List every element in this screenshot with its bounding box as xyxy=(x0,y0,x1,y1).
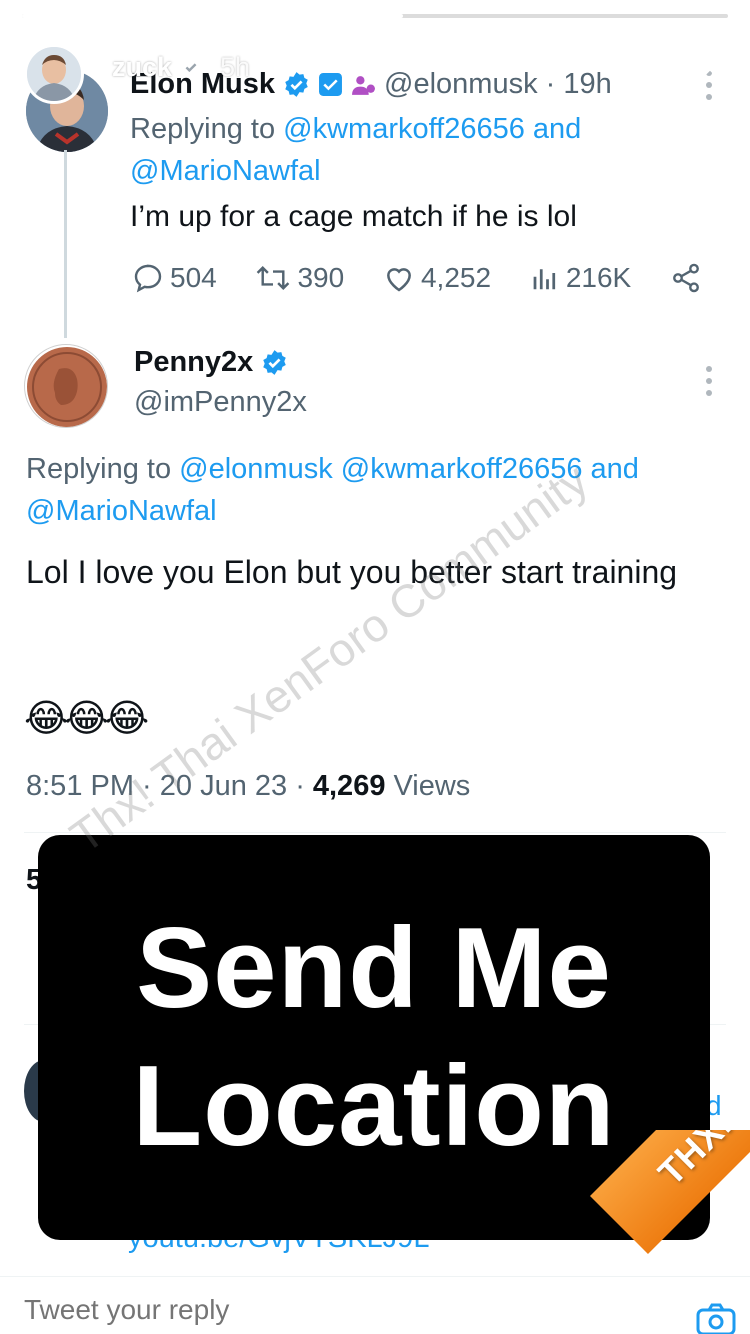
verified-badge-icon xyxy=(263,350,287,375)
views-count: 216K xyxy=(565,262,632,293)
reply-and: and xyxy=(590,453,639,485)
tweet1-header: Elon Musk @elonmusk · 19h xyxy=(130,68,612,101)
tweet2-handle[interactable]: @imPenny2x xyxy=(134,386,307,419)
tweet2-name[interactable]: Penny2x xyxy=(134,346,253,379)
sticker-line-1: Send Me xyxy=(136,904,612,1032)
story-progress-bar xyxy=(22,14,728,18)
thxf-badge: THXF.ORG xyxy=(560,1130,750,1334)
like-icon xyxy=(387,268,411,292)
views-icon xyxy=(533,269,555,290)
reply-handle-link[interactable]: @kwmarkoff26656 xyxy=(341,453,583,485)
government-badge-icon xyxy=(352,76,375,95)
badge-ribbon: THXF.ORG xyxy=(590,1130,750,1254)
share-icon[interactable] xyxy=(670,262,702,294)
tweet2-meta: 8:51 PM · 20 Jun 23 · 4,269 Views xyxy=(26,770,470,803)
story-time: 5h xyxy=(220,52,251,82)
thread-line xyxy=(64,150,67,338)
retweet-button[interactable]: 390 xyxy=(255,262,344,294)
tweet2-replying-to: Replying to @elonmusk @kwmarkoff26656 an… xyxy=(26,448,726,532)
divider xyxy=(24,832,726,833)
story-username[interactable]: zuck xyxy=(112,52,172,83)
retweet-count: 390 xyxy=(297,262,345,293)
tweet1-handle-time: @elonmusk · 19h xyxy=(384,68,612,100)
close-icon[interactable] xyxy=(686,44,734,92)
reply-and: and xyxy=(532,113,582,145)
tweet1-actions: 504 390 4,252 216K xyxy=(132,262,702,294)
tweet2-text: Lol I love you Elon but you better start… xyxy=(26,554,678,590)
retweet-icon xyxy=(257,265,290,291)
story-progress-fill xyxy=(22,14,404,18)
tweet1-replying-to: Replying to @kwmarkoff26656 and @MarioNa… xyxy=(130,108,690,192)
badge-text: THXF.ORG xyxy=(650,1130,750,1194)
views-count: 4,269 xyxy=(312,770,386,802)
tweet1-text: I’m up for a cage match if he is lol xyxy=(130,200,577,233)
more-options-icon[interactable] xyxy=(704,366,714,396)
reply-handle-link[interactable]: @MarioNawfal xyxy=(130,155,321,187)
penny-avatar[interactable] xyxy=(24,344,108,428)
reply-handle-link[interactable]: @MarioNawfal xyxy=(26,495,217,527)
reply-input[interactable] xyxy=(24,1294,524,1326)
like-count: 4,252 xyxy=(420,262,492,293)
reply-handle-link[interactable]: @elonmusk xyxy=(179,453,333,485)
views-label: Views xyxy=(393,770,471,802)
replying-prefix: Replying to xyxy=(26,453,172,485)
reply-button[interactable]: 504 xyxy=(132,262,217,294)
affiliate-badge-icon xyxy=(319,73,342,96)
reply-handle-link[interactable]: @kwmarkoff26656 xyxy=(283,113,525,145)
story-user-avatar[interactable] xyxy=(24,44,84,104)
replying-prefix: Replying to xyxy=(130,113,276,145)
tweet2-emoji: 😂😂😂 xyxy=(24,696,149,740)
reply-icon xyxy=(134,264,162,293)
verified-badge-icon xyxy=(285,72,308,97)
tweet2-header: Penny2x xyxy=(134,346,288,379)
reply-count: 504 xyxy=(170,262,217,293)
sticker-line-2: Location xyxy=(132,1042,616,1170)
like-button[interactable]: 4,252 xyxy=(383,262,491,294)
story-verified-icon xyxy=(180,56,202,78)
views-button[interactable]: 216K xyxy=(530,262,631,294)
tweet-timestamp[interactable]: 8:51 PM · 20 Jun 23 · xyxy=(26,770,305,803)
